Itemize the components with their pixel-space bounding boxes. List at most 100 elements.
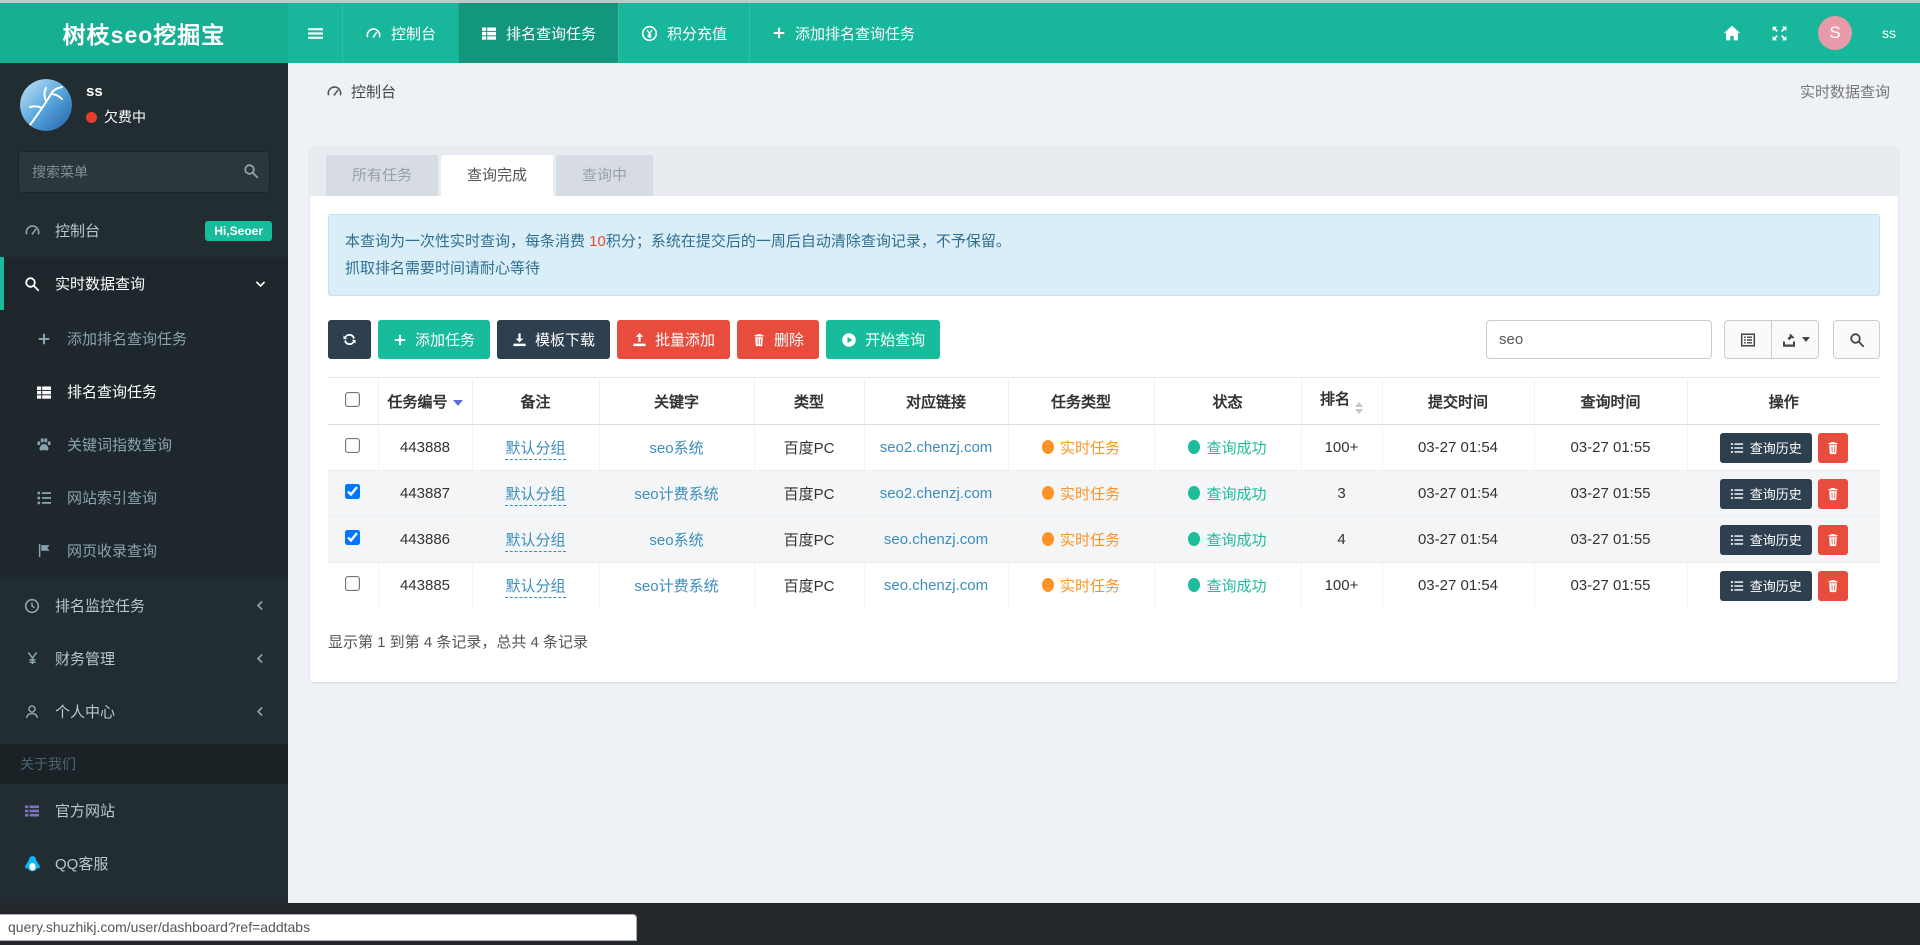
sidebar-item-keyword-index[interactable]: 关键词指数查询: [0, 418, 288, 471]
sidebar-item-qq-support[interactable]: QQ客服: [0, 837, 288, 890]
keyword-link[interactable]: seo计费系统: [634, 578, 718, 595]
app-logo[interactable]: 树枝seo挖掘宝: [0, 3, 288, 63]
column-type: 类型: [754, 378, 864, 425]
toolbar: 添加任务 模板下载 批量添加 删除: [328, 320, 1880, 359]
user-avatar: [20, 79, 72, 131]
cell-type: 百度PC: [754, 517, 864, 563]
sidebar-item-page-inclusion[interactable]: 网页收录查询: [0, 524, 288, 577]
table-view-buttons: [1724, 320, 1819, 359]
keyword-link[interactable]: seo系统: [649, 440, 703, 457]
target-link[interactable]: seo2.chenzj.com: [880, 485, 993, 502]
sidebar-item-label: 个人中心: [55, 701, 115, 722]
refresh-button[interactable]: [328, 320, 371, 359]
group-link[interactable]: 默认分组: [505, 578, 565, 598]
plus-icon: [772, 26, 786, 40]
download-icon: [512, 332, 527, 347]
home-icon[interactable]: [1723, 24, 1741, 42]
menu-search-input[interactable]: [18, 151, 270, 193]
nav-item-recharge[interactable]: 积分充值: [618, 3, 749, 63]
list-ul-icon: [1730, 533, 1744, 547]
column-query-time: 查询时间: [1534, 378, 1687, 425]
status-dot: [1188, 578, 1200, 592]
sort-desc-icon: [453, 400, 463, 406]
tab-querying[interactable]: 查询中: [556, 155, 653, 196]
avatar[interactable]: S: [1818, 16, 1852, 50]
sidebar-item-realtime-query[interactable]: 实时数据查询: [0, 257, 288, 310]
column-task-id[interactable]: 任务编号: [378, 378, 472, 425]
table-search-input[interactable]: [1486, 320, 1712, 359]
tab-all-tasks[interactable]: 所有任务: [326, 155, 438, 196]
navbar-username[interactable]: ss: [1882, 25, 1896, 41]
group-link[interactable]: 默认分组: [505, 486, 565, 506]
cell-query-time: 03-27 01:55: [1534, 563, 1687, 609]
column-rank[interactable]: 排名: [1301, 378, 1382, 425]
export-button[interactable]: [1771, 320, 1819, 359]
column-submit-time: 提交时间: [1382, 378, 1534, 425]
nav-item-dashboard[interactable]: 控制台: [342, 3, 458, 63]
delete-row-button[interactable]: [1818, 525, 1848, 555]
table-row[interactable]: 443886 默认分组 seo系统 百度PC seo.chenzj.com 实时…: [328, 517, 1880, 563]
cell-type: 百度PC: [754, 471, 864, 517]
sidebar-item-finance[interactable]: 财务管理: [0, 632, 288, 685]
sidebar-item-rank-tasks[interactable]: 排名查询任务: [0, 365, 288, 418]
table-row[interactable]: 443887 默认分组 seo计费系统 百度PC seo2.chenzj.com…: [328, 471, 1880, 517]
search-icon[interactable]: [243, 163, 259, 179]
yen-icon: [20, 651, 44, 666]
group-link[interactable]: 默认分组: [505, 532, 565, 552]
cell-query-time: 03-27 01:55: [1534, 517, 1687, 563]
template-download-button[interactable]: 模板下载: [497, 320, 610, 359]
sidebar-item-official-site[interactable]: 官方网站: [0, 784, 288, 837]
column-status: 状态: [1154, 378, 1301, 425]
cell-type: 百度PC: [754, 425, 864, 471]
add-task-button[interactable]: 添加任务: [378, 320, 490, 359]
cell-rank: 100+: [1301, 425, 1382, 471]
task-type-dot: [1042, 532, 1054, 546]
delete-row-button[interactable]: [1818, 479, 1848, 509]
sidebar-item-dashboard[interactable]: 控制台 Hi,Seoer: [0, 204, 288, 257]
cell-submit-time: 03-27 01:54: [1382, 517, 1534, 563]
sidebar-item-site-index[interactable]: 网站索引查询: [0, 471, 288, 524]
query-history-button[interactable]: 查询历史: [1720, 433, 1812, 463]
breadcrumb-right-link[interactable]: 实时数据查询: [1800, 81, 1890, 102]
group-link[interactable]: 默认分组: [505, 440, 565, 460]
search-button[interactable]: [1833, 320, 1880, 359]
delete-button[interactable]: 删除: [737, 320, 819, 359]
query-history-button[interactable]: 查询历史: [1720, 525, 1812, 555]
nav-item-rank-tasks[interactable]: 排名查询任务: [458, 3, 618, 63]
target-link[interactable]: seo2.chenzj.com: [880, 439, 993, 456]
status-dot: [86, 112, 97, 123]
fullscreen-icon[interactable]: [1771, 25, 1788, 42]
sidebar-item-rank-monitor[interactable]: 排名监控任务: [0, 579, 288, 632]
row-checkbox[interactable]: [345, 576, 360, 591]
batch-add-button[interactable]: 批量添加: [617, 320, 730, 359]
select-all-checkbox[interactable]: [345, 392, 360, 407]
nav-item-add-rank-task[interactable]: 添加排名查询任务: [749, 3, 937, 63]
target-link[interactable]: seo.chenzj.com: [884, 531, 988, 548]
sidebar-item-add-rank-task[interactable]: 添加排名查询任务: [0, 312, 288, 365]
columns-button[interactable]: [1724, 320, 1772, 359]
list-ul-icon: [1730, 579, 1744, 593]
keyword-link[interactable]: seo系统: [649, 532, 703, 549]
table-controls: [1486, 320, 1880, 359]
row-checkbox[interactable]: [345, 438, 360, 453]
alert-line-2: 抓取排名需要时间请耐心等待: [345, 255, 1863, 282]
tab-query-complete[interactable]: 查询完成: [441, 155, 553, 196]
table-row[interactable]: 443888 默认分组 seo系统 百度PC seo2.chenzj.com 实…: [328, 425, 1880, 471]
paw-icon: [32, 437, 56, 453]
dashboard-icon: [326, 83, 343, 100]
status-label: 查询成功: [1206, 578, 1266, 595]
row-checkbox[interactable]: [345, 484, 360, 499]
delete-row-button[interactable]: [1818, 433, 1848, 463]
row-checkbox[interactable]: [345, 530, 360, 545]
sidebar-toggle-button[interactable]: [288, 3, 342, 63]
keyword-link[interactable]: seo计费系统: [634, 486, 718, 503]
delete-row-button[interactable]: [1818, 571, 1848, 601]
user-panel: ss 欠费中: [0, 63, 288, 141]
start-query-button[interactable]: 开始查询: [826, 320, 940, 359]
target-link[interactable]: seo.chenzj.com: [884, 577, 988, 594]
query-history-button[interactable]: 查询历史: [1720, 571, 1812, 601]
sidebar-item-label: 关键词指数查询: [67, 434, 172, 455]
table-row[interactable]: 443885 默认分组 seo计费系统 百度PC seo.chenzj.com …: [328, 563, 1880, 609]
query-history-button[interactable]: 查询历史: [1720, 479, 1812, 509]
sidebar-item-personal-center[interactable]: 个人中心: [0, 685, 288, 738]
